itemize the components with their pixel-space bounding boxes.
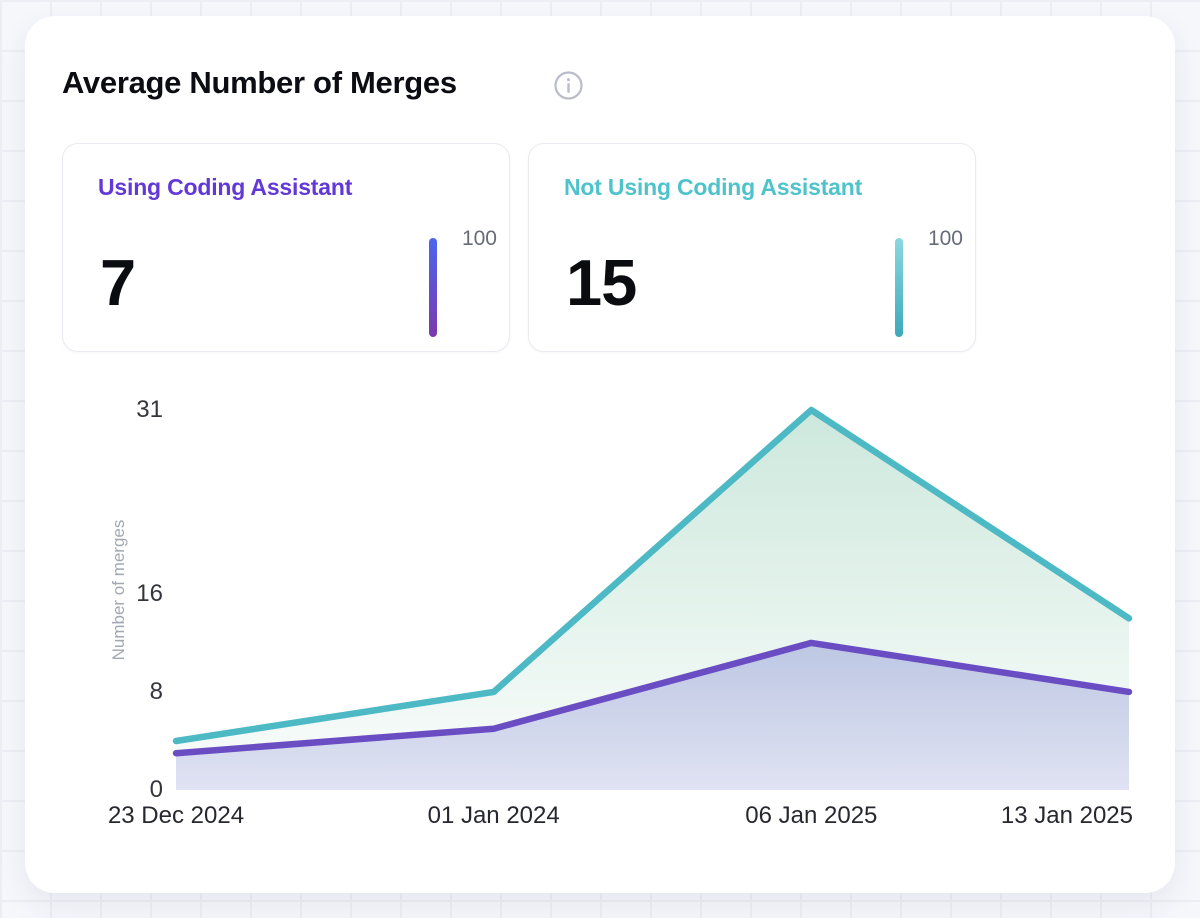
stat-card-not-using-assistant: Not Using Coding Assistant 15 100 [528, 143, 976, 352]
x-axis-label: 01 Jan 2024 [428, 802, 560, 830]
gauge-max-label: 100 [462, 227, 497, 251]
page-title: Average Number of Merges [62, 64, 457, 102]
gauge-bar-using-assistant [429, 238, 437, 337]
stat-value-using-assistant: 7 [100, 250, 135, 315]
stat-title-not-using-assistant: Not Using Coding Assistant [564, 174, 862, 201]
y-tick-label: 0 [73, 775, 163, 805]
y-tick-label: 8 [73, 677, 163, 707]
merges-panel: Average Number of Merges Using Coding As… [25, 16, 1175, 893]
x-axis-label: 23 Dec 2024 [108, 802, 244, 830]
stat-value-not-using-assistant: 15 [566, 250, 636, 315]
y-tick-label: 16 [73, 579, 163, 609]
x-axis-label: 06 Jan 2025 [745, 802, 877, 830]
gauge-max-label: 100 [928, 227, 963, 251]
x-axis-label: 13 Jan 2025 [1001, 802, 1133, 830]
stat-card-using-assistant: Using Coding Assistant 7 100 [62, 143, 510, 352]
merges-area-chart [170, 400, 1140, 800]
gauge-bar-not-using-assistant [895, 238, 903, 337]
stat-title-using-assistant: Using Coding Assistant [98, 174, 352, 201]
info-icon[interactable] [553, 70, 584, 101]
y-tick-label: 31 [73, 395, 163, 425]
stat-cards-row: Using Coding Assistant 7 100 Not Using C… [62, 143, 976, 352]
